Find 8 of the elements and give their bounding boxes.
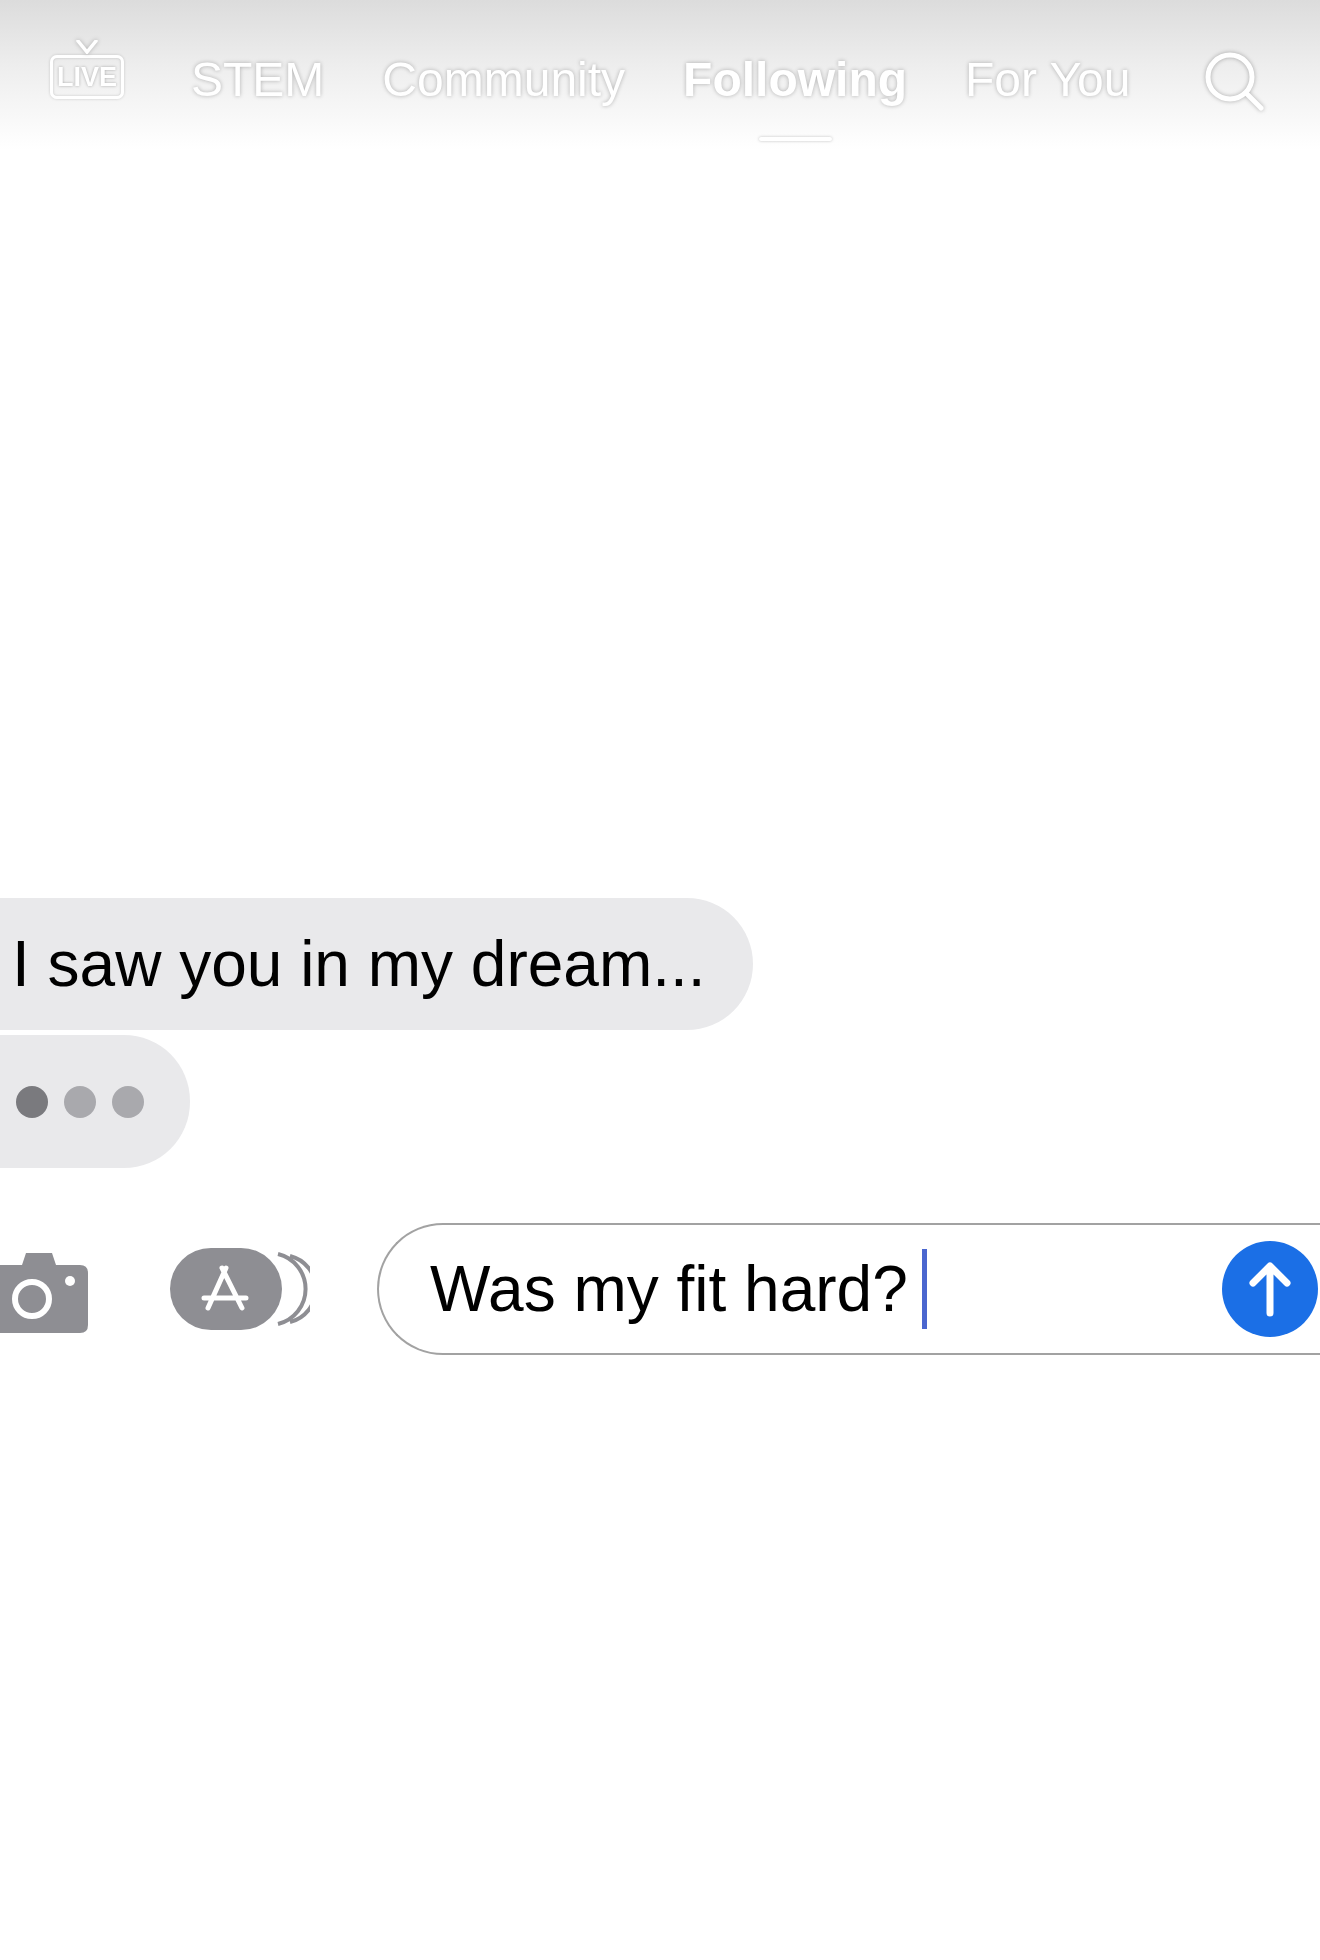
typing-dot-icon — [16, 1085, 48, 1118]
message-bubble: I saw you in my dream... — [0, 898, 753, 1030]
apps-icon — [170, 1248, 310, 1330]
typing-dot-icon — [112, 1085, 144, 1118]
arrow-up-icon — [1248, 1261, 1292, 1317]
apps-button[interactable] — [170, 1248, 310, 1330]
typing-dot-icon — [64, 1085, 96, 1118]
message-input[interactable]: Was my fit hard? — [377, 1223, 1320, 1355]
